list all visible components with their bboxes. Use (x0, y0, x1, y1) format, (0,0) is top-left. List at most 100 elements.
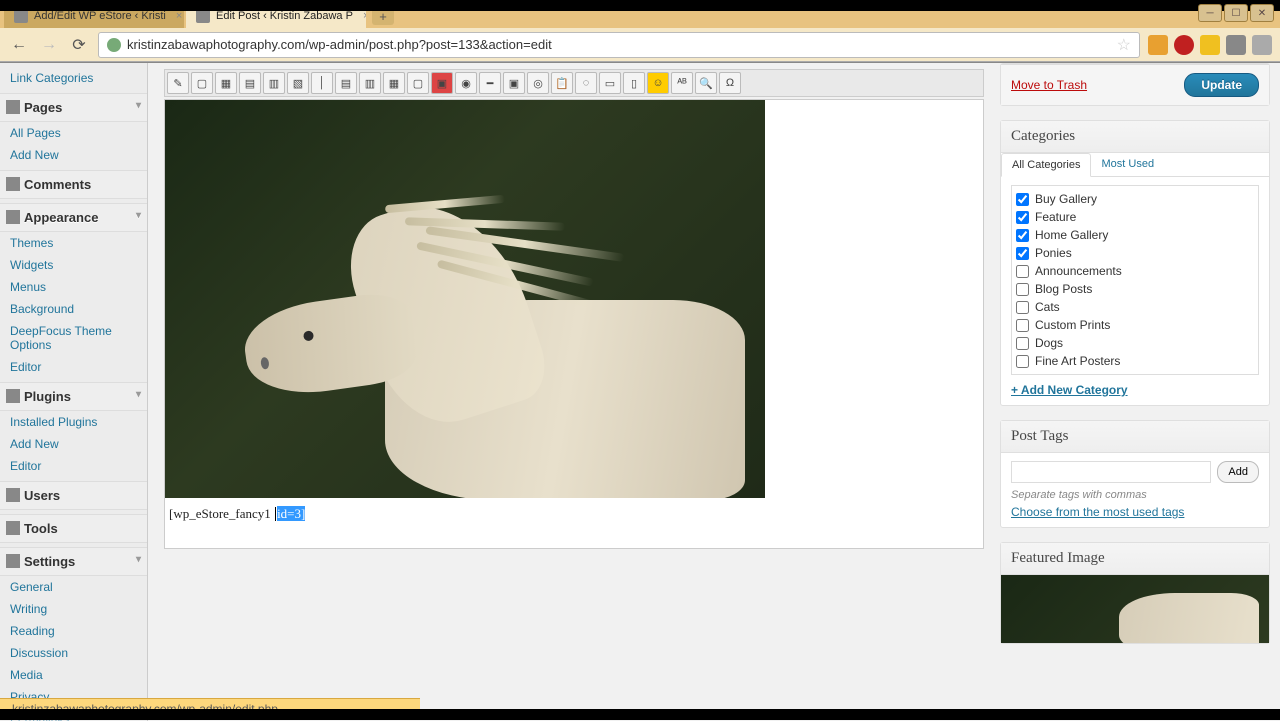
sidebar-section-comments[interactable]: Comments (0, 170, 147, 199)
sidebar-section-appearance[interactable]: Appearance▾ (0, 203, 147, 232)
category-checkbox[interactable] (1016, 283, 1029, 296)
toolbar-button[interactable]: ▭ (599, 72, 621, 94)
update-button[interactable]: Update (1184, 73, 1259, 97)
sidebar-item-menus[interactable]: Menus (0, 276, 147, 298)
extension-icon[interactable] (1148, 35, 1168, 55)
toolbar-button[interactable]: ▧ (287, 72, 309, 94)
extension-icon[interactable] (1200, 35, 1220, 55)
category-row[interactable]: Custom Prints (1016, 316, 1254, 334)
editor-area: ✎ ▢ ▦ ▤ ▥ ▧ │ ▤ ▥ ▦ ▢ ▣ ◉ ━ ▣ ◎ 📋 ◌ ▭ ▯ … (148, 63, 1000, 721)
category-row[interactable]: Feature (1016, 208, 1254, 226)
category-row[interactable]: Ponies (1016, 244, 1254, 262)
spellcheck-icon[interactable]: ᴬᴮ (671, 72, 693, 94)
toolbar-button[interactable]: ━ (479, 72, 501, 94)
sidebar-item-writing[interactable]: Writing (0, 598, 147, 620)
sidebar-item-add-plugin[interactable]: Add New (0, 433, 147, 455)
toolbar-button[interactable]: ▣ (503, 72, 525, 94)
sidebar-item-link-categories[interactable]: Link Categories (0, 67, 147, 89)
category-checkbox[interactable] (1016, 247, 1029, 260)
toolbar-button[interactable]: ▢ (191, 72, 213, 94)
sidebar-item-plugin-editor[interactable]: Editor (0, 455, 147, 477)
toolbar-button[interactable]: ▦ (383, 72, 405, 94)
toolbar-button[interactable]: ▤ (239, 72, 261, 94)
editor-content[interactable]: [wp_eStore_fancy1 id=3] (164, 99, 984, 549)
extension-icon[interactable] (1174, 35, 1194, 55)
sidebar-item-general[interactable]: General (0, 576, 147, 598)
category-checkbox[interactable] (1016, 265, 1029, 278)
post-image[interactable] (165, 100, 765, 498)
sidebar-item-reading[interactable]: Reading (0, 620, 147, 642)
category-list[interactable]: Buy GalleryFeatureHome GalleryPoniesAnno… (1011, 185, 1259, 375)
sidebar-section-plugins[interactable]: Plugins▾ (0, 382, 147, 411)
move-to-trash-link[interactable]: Move to Trash (1011, 78, 1087, 92)
category-row[interactable]: Buy Gallery (1016, 190, 1254, 208)
category-row[interactable]: Announcements (1016, 262, 1254, 280)
category-checkbox[interactable] (1016, 337, 1029, 350)
toolbar-button[interactable]: ◉ (455, 72, 477, 94)
add-category-link[interactable]: + Add New Category (1011, 383, 1128, 397)
category-row[interactable]: Cats (1016, 298, 1254, 316)
choose-tags-link[interactable]: Choose from the most used tags (1011, 505, 1184, 519)
window-close[interactable]: ✕ (1250, 4, 1274, 22)
forward-button[interactable]: → (38, 34, 60, 56)
toolbar-button[interactable]: ▥ (359, 72, 381, 94)
category-checkbox[interactable] (1016, 229, 1029, 242)
category-row[interactable]: Fine Art Posters (1016, 352, 1254, 370)
tab-all-categories[interactable]: All Categories (1001, 153, 1091, 177)
sidebar-item-media[interactable]: Media (0, 664, 147, 686)
sidebar-section-settings[interactable]: Settings▾ (0, 547, 147, 576)
meta-column: Move to Trash Update Categories All Cate… (1000, 63, 1280, 721)
sidebar-item-installed-plugins[interactable]: Installed Plugins (0, 411, 147, 433)
tab-most-used[interactable]: Most Used (1091, 153, 1164, 176)
window-minimize[interactable]: ─ (1198, 4, 1222, 22)
category-row[interactable]: Home Gallery (1016, 226, 1254, 244)
find-icon[interactable]: 🔍 (695, 72, 717, 94)
sidebar-section-tools[interactable]: Tools (0, 514, 147, 543)
tag-input[interactable] (1011, 461, 1211, 483)
sidebar-section-pages[interactable]: Pages▾ (0, 93, 147, 122)
sidebar-item-background[interactable]: Background (0, 298, 147, 320)
category-checkbox[interactable] (1016, 211, 1029, 224)
category-row[interactable]: Dogs (1016, 334, 1254, 352)
reload-button[interactable]: ⟳ (68, 34, 90, 56)
emoji-icon[interactable]: ☺ (647, 72, 669, 94)
toolbar-button[interactable]: ▤ (335, 72, 357, 94)
category-checkbox[interactable] (1016, 301, 1029, 314)
sidebar-item-all-pages[interactable]: All Pages (0, 122, 147, 144)
toolbar-button[interactable]: ▯ (623, 72, 645, 94)
bookmark-icon[interactable]: ☆ (1117, 35, 1131, 55)
sidebar-item-add-page[interactable]: Add New (0, 144, 147, 166)
sidebar-item-editor[interactable]: Editor (0, 356, 147, 378)
category-checkbox[interactable] (1016, 319, 1029, 332)
shortcode-text[interactable]: [wp_eStore_fancy1 id=3] (165, 498, 983, 530)
sidebar-item-themes[interactable]: Themes (0, 232, 147, 254)
featured-image-box: Featured Image (1000, 542, 1270, 644)
toolbar-button[interactable]: │ (311, 72, 333, 94)
toolbar-button[interactable]: ▣ (431, 72, 453, 94)
toolbar-button[interactable]: ▥ (263, 72, 285, 94)
sidebar-item-theme-options[interactable]: DeepFocus Theme Options (0, 320, 147, 356)
sidebar-section-users[interactable]: Users (0, 481, 147, 510)
category-label: Cats (1035, 300, 1060, 314)
toolbar-button[interactable]: 📋 (551, 72, 573, 94)
window-maximize[interactable]: ☐ (1224, 4, 1248, 22)
toolbar-button[interactable]: ◌ (575, 72, 597, 94)
url-input[interactable]: kristinzabawaphotography.com/wp-admin/po… (98, 32, 1140, 58)
close-icon[interactable]: × (363, 10, 366, 22)
category-checkbox[interactable] (1016, 355, 1029, 368)
extension-icon[interactable] (1226, 35, 1246, 55)
category-checkbox[interactable] (1016, 193, 1029, 206)
sidebar-item-widgets[interactable]: Widgets (0, 254, 147, 276)
add-tag-button[interactable]: Add (1217, 461, 1259, 483)
wrench-icon[interactable] (1252, 35, 1272, 55)
toolbar-button[interactable]: ◎ (527, 72, 549, 94)
back-button[interactable]: ← (8, 34, 30, 56)
featured-image-thumbnail[interactable] (1001, 575, 1269, 643)
category-row[interactable]: Blog Posts (1016, 280, 1254, 298)
omega-icon[interactable]: Ω (719, 72, 741, 94)
close-icon[interactable]: × (176, 10, 182, 22)
sidebar-item-discussion[interactable]: Discussion (0, 642, 147, 664)
toolbar-button[interactable]: ▦ (215, 72, 237, 94)
toolbar-button[interactable]: ✎ (167, 72, 189, 94)
toolbar-button[interactable]: ▢ (407, 72, 429, 94)
